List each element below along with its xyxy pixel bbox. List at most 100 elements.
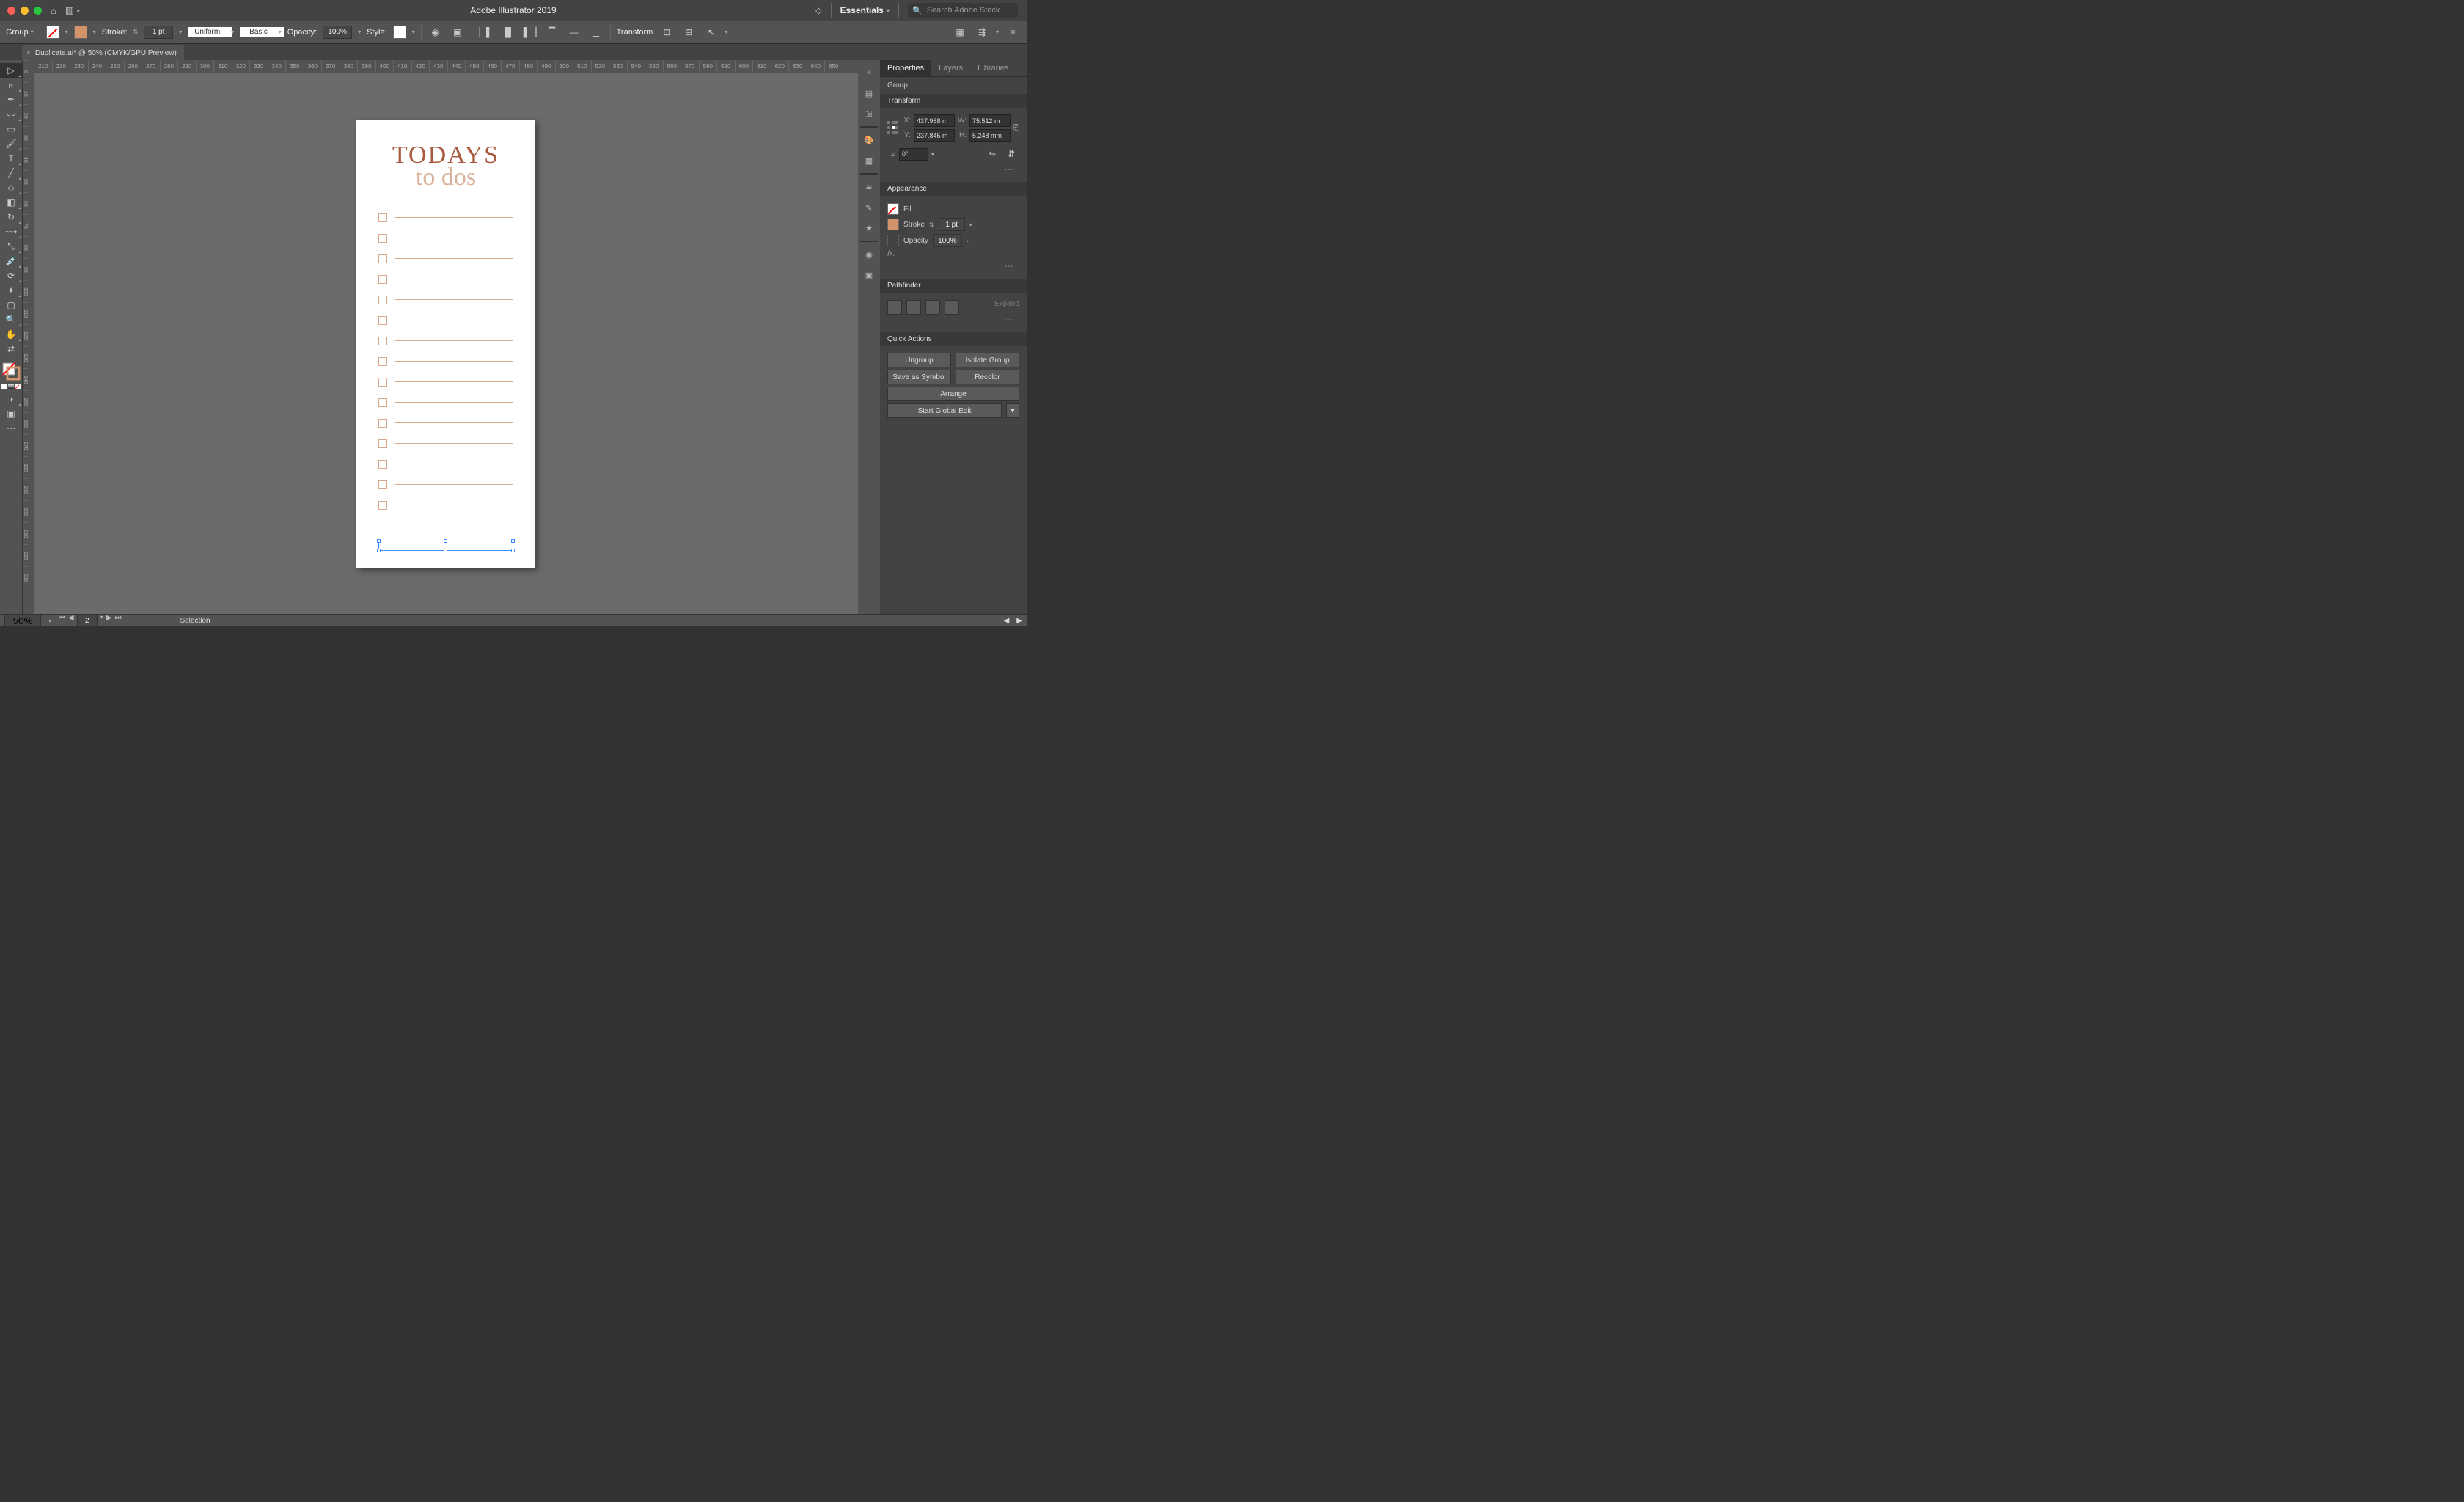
zoom-tool-icon[interactable]: 🔍 [0, 312, 22, 327]
canvas[interactable]: TODAYS to dos [34, 73, 858, 614]
export-assets-icon[interactable]: ⇲ [861, 106, 877, 122]
panel-menu-icon[interactable]: ≡ [1005, 24, 1021, 40]
artboard-number-input[interactable] [77, 614, 98, 627]
swatches-panel-icon[interactable]: ▦ [861, 153, 877, 169]
close-tab-icon[interactable]: × [26, 49, 31, 57]
document-tab[interactable]: × Duplicate.ai* @ 50% (CMYK/GPU Preview) [22, 45, 184, 60]
stroke-panel-icon[interactable]: ≋ [861, 179, 877, 195]
fill-swatch[interactable] [46, 26, 59, 39]
screen-mode-icon[interactable]: ▣ [0, 406, 22, 421]
reference-point-icon[interactable] [887, 121, 899, 136]
paintbrush-tool-icon[interactable]: 🖌 [0, 136, 22, 151]
free-transform-tool-icon[interactable]: ⤡ [0, 239, 22, 254]
transform-button[interactable]: Transform [617, 28, 653, 37]
symbols-panel-icon[interactable]: ★ [861, 220, 877, 236]
selection-type-label[interactable]: Group ▾ [6, 28, 34, 37]
type-tool-icon[interactable]: T [0, 151, 22, 166]
rotate-dd[interactable]: ▾ [931, 151, 934, 158]
close-window-button[interactable] [7, 7, 15, 15]
workspace-switcher[interactable]: Essentials▾ [840, 5, 890, 15]
opacity-swatch[interactable] [887, 235, 899, 246]
cloud-sync-icon[interactable]: ◇ [815, 6, 821, 15]
arrange-documents-icon[interactable]: ▥ ▾ [65, 4, 80, 16]
opacity-input[interactable] [323, 26, 352, 39]
stroke-weight-stepper[interactable]: ⇅ [133, 29, 138, 35]
line-segment-tool-icon[interactable]: ╱ [0, 166, 22, 180]
libraries-panel-icon[interactable]: ▤ [861, 85, 877, 101]
vertical-scrollbar[interactable] [848, 73, 858, 614]
arrange-button[interactable]: Arrange [887, 387, 1019, 401]
home-icon[interactable]: ⌂ [51, 5, 56, 16]
graphic-styles-panel-icon[interactable]: ▣ [861, 267, 877, 283]
stroke-swatch-small[interactable] [887, 219, 899, 230]
stock-search-input[interactable]: 🔍 Search Adobe Stock [908, 3, 1018, 18]
status-scroll-right[interactable]: ▶ [1016, 617, 1022, 625]
pathfinder-minus-front-icon[interactable] [906, 300, 921, 315]
flip-vertical-icon[interactable]: ⇵ [1003, 146, 1019, 162]
shape-tool-icon[interactable]: ◇ [0, 180, 22, 195]
selection-bounding-box[interactable] [378, 541, 513, 551]
eyedropper-tool-icon[interactable]: 💉 [0, 254, 22, 268]
pathfinder-exclude-icon[interactable] [945, 300, 959, 315]
align-hcenter-icon[interactable]: ▐▌ [500, 24, 516, 40]
opacity-panel-dd[interactable]: › [967, 238, 969, 244]
effects-button[interactable]: fx. [887, 250, 895, 258]
global-edit-options-icon[interactable]: ▾ [1006, 403, 1019, 418]
artboard-tool-icon[interactable]: ▢ [0, 298, 22, 312]
direct-selection-tool-icon[interactable]: ▹ [0, 78, 22, 92]
flip-horizontal-icon[interactable]: ⇋ [984, 146, 1000, 162]
constrain-link-icon[interactable]: ⎘ [1013, 124, 1019, 132]
appearance-more-icon[interactable]: ⋯ [887, 261, 1019, 274]
align-left-icon[interactable]: ▏▌ [478, 24, 494, 40]
rectangle-tool-icon[interactable]: ▭ [0, 122, 22, 136]
eraser-tool-icon[interactable]: ◧ [0, 195, 22, 210]
edit-contents-icon[interactable]: ⊟ [681, 24, 697, 40]
last-artboard-icon[interactable]: ⏭ [114, 614, 121, 627]
drawing-mode-icon[interactable]: ◑ [0, 392, 22, 406]
rotate-input[interactable] [899, 148, 928, 161]
opacity-panel-input[interactable] [933, 234, 962, 247]
pathfinder-intersect-icon[interactable] [925, 300, 940, 315]
tab-libraries[interactable]: Libraries [970, 60, 1016, 76]
profile-dd[interactable]: ▾ [231, 29, 234, 35]
tab-layers[interactable]: Layers [931, 60, 970, 76]
stroke-weight-panel[interactable] [939, 218, 965, 231]
fill-dropdown[interactable]: ▾ [65, 29, 68, 35]
artboard-dd[interactable]: ▾ [100, 614, 103, 627]
arrange-panel-icon[interactable]: ⇶ [974, 24, 990, 40]
stroke-weight-input[interactable] [144, 26, 173, 39]
transform-y-input[interactable] [914, 129, 955, 142]
tab-properties[interactable]: Properties [880, 60, 931, 76]
ungroup-button[interactable]: Ungroup [887, 353, 951, 367]
edit-toolbar-icon[interactable]: ⋯ [0, 421, 22, 436]
pathfinder-unite-icon[interactable] [887, 300, 902, 315]
curvature-tool-icon[interactable]: 〰 [0, 107, 22, 122]
first-artboard-icon[interactable]: ⏮ [59, 614, 65, 627]
recolor-button[interactable]: Recolor [956, 370, 1019, 384]
minimize-window-button[interactable] [21, 7, 29, 15]
symbol-sprayer-tool-icon[interactable]: ✦ [0, 283, 22, 298]
next-artboard-icon[interactable]: ▶ [106, 614, 112, 627]
rotate-tool-icon[interactable]: ↻ [0, 210, 22, 224]
zoom-dd[interactable]: ▾ [48, 618, 51, 624]
isolate-mode-icon[interactable]: ⊡ [659, 24, 675, 40]
more-options[interactable]: ▾ [725, 29, 727, 35]
isolate-group-button[interactable]: Isolate Group [956, 353, 1019, 367]
fill-swatch-small[interactable] [887, 203, 899, 215]
collapse-dock-icon[interactable]: « [861, 65, 877, 81]
toggle-fill-stroke-icon[interactable]: ⇄ [0, 342, 22, 356]
maximize-window-button[interactable] [34, 7, 42, 15]
stroke-dropdown[interactable]: ▾ [93, 29, 96, 35]
start-global-edit-button[interactable]: Start Global Edit [887, 403, 1002, 418]
pen-tool-icon[interactable]: ✒ [0, 92, 22, 107]
brush-dd[interactable]: ▾ [279, 29, 282, 35]
align-vcenter-icon[interactable]: — [566, 24, 582, 40]
hand-tool-icon[interactable]: ✋ [0, 327, 22, 342]
transform-x-input[interactable] [914, 114, 955, 127]
zoom-level-input[interactable] [4, 615, 41, 627]
transform-more-icon[interactable]: ⋯ [887, 164, 1019, 177]
brushes-panel-icon[interactable]: ✎ [861, 199, 877, 216]
stroke-weight-dd[interactable]: ▾ [179, 29, 182, 35]
align-top-icon[interactable]: ▔ [544, 24, 560, 40]
prev-artboard-icon[interactable]: ◀ [68, 614, 74, 627]
